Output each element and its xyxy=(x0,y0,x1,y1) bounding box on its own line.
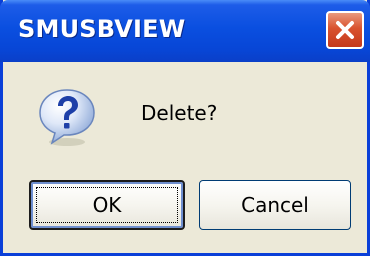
message-dialog: SMUSBVIEW Delete? OK Cancel xyxy=(0,0,370,256)
close-button[interactable] xyxy=(326,11,364,49)
title-bar[interactable]: SMUSBVIEW xyxy=(0,0,370,62)
question-icon xyxy=(36,86,98,148)
cancel-button[interactable]: Cancel xyxy=(199,180,351,230)
ok-button[interactable]: OK xyxy=(29,180,185,230)
cancel-button-label: Cancel xyxy=(241,193,309,217)
dialog-message: Delete? xyxy=(141,101,218,125)
dialog-title: SMUSBVIEW xyxy=(18,15,186,43)
ok-button-label: OK xyxy=(92,193,122,217)
close-icon xyxy=(336,21,354,39)
